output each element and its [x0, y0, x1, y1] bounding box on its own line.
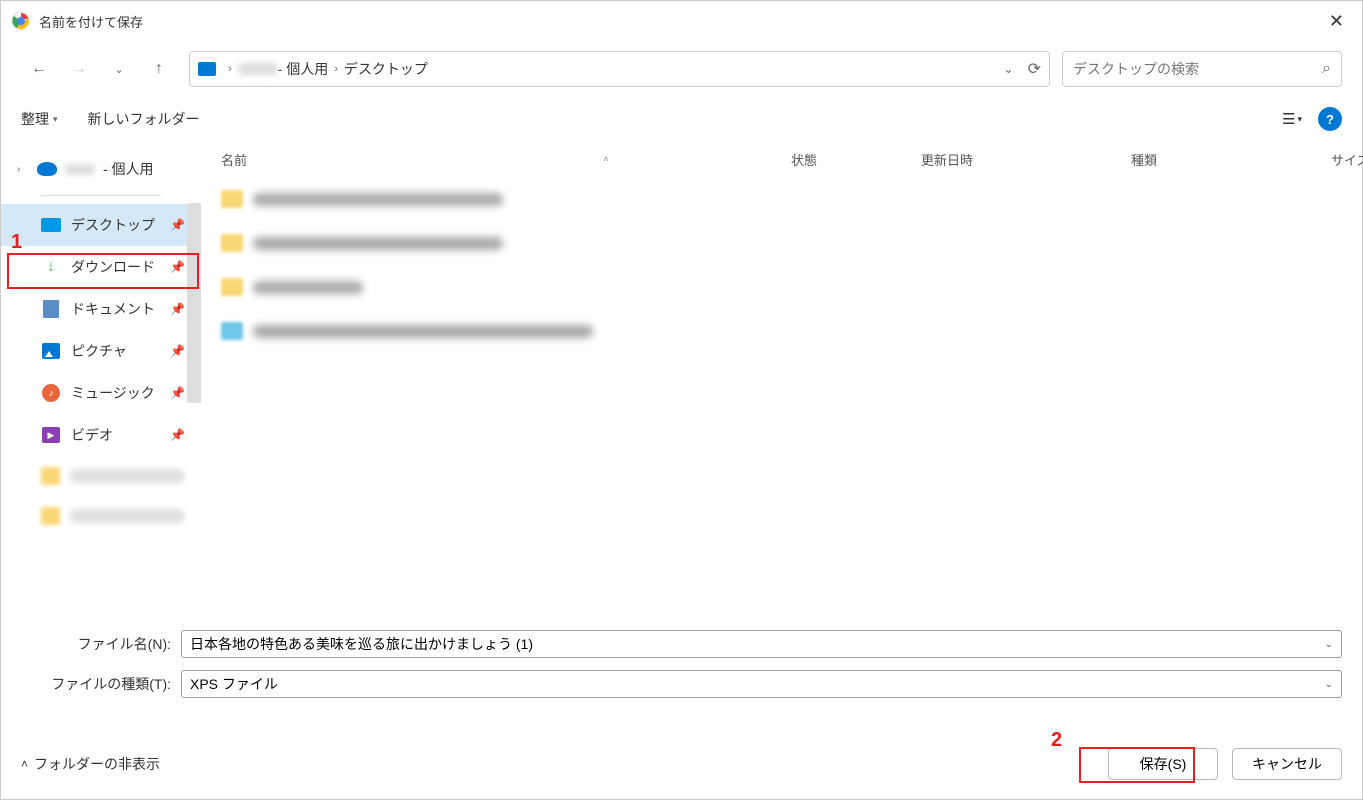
sidebar-divider: [41, 195, 161, 196]
blurred-text: [65, 164, 95, 175]
file-row[interactable]: [201, 309, 1363, 353]
save-button[interactable]: 保存(S): [1108, 748, 1218, 780]
main-area: › - 個人用 デスクトップ 📌 ↓ ダウンロード 📌 ドキュメント 📌 ピクチ…: [1, 141, 1362, 611]
tree-personal[interactable]: › - 個人用: [1, 151, 201, 187]
file-row[interactable]: [201, 221, 1363, 265]
chevron-down-icon: ▾: [53, 114, 58, 125]
navbar: ← → ⌄ ↑ › - 個人用 › デスクトップ ⌄ ⟳ ⌕: [1, 41, 1362, 97]
blurred-filename: [253, 325, 593, 338]
filetype-select[interactable]: XPS ファイル ⌄: [181, 670, 1342, 698]
column-state[interactable]: 状態: [791, 150, 921, 169]
folder-icon: [221, 278, 243, 296]
pin-icon[interactable]: 📌: [170, 260, 185, 274]
onedrive-icon: [37, 161, 57, 177]
sidebar: › - 個人用 デスクトップ 📌 ↓ ダウンロード 📌 ドキュメント 📌 ピクチ…: [1, 141, 201, 611]
organize-label: 整理: [21, 109, 49, 129]
sidebar-label: ビデオ: [71, 425, 113, 445]
sidebar-item-desktop[interactable]: デスクトップ 📌: [1, 204, 201, 246]
sidebar-item-videos[interactable]: ▶ ビデオ 📌: [1, 414, 201, 456]
pin-icon[interactable]: 📌: [170, 428, 185, 442]
cancel-button[interactable]: キャンセル: [1232, 748, 1342, 780]
refresh-icon[interactable]: ⟳: [1028, 59, 1041, 79]
blurred-filename: [253, 193, 503, 206]
pc-icon: [198, 62, 216, 76]
tree-personal-label: - 個人用: [103, 159, 154, 179]
pin-icon[interactable]: 📌: [170, 218, 185, 232]
nav-back-button[interactable]: ←: [21, 51, 57, 87]
filetype-label: ファイルの種類(T):: [21, 674, 181, 694]
document-icon: [41, 300, 61, 318]
picture-icon: [41, 342, 61, 360]
nav-recent-button[interactable]: ⌄: [101, 51, 137, 87]
folder-toggle-button[interactable]: ˄ フォルダーの非表示: [21, 754, 160, 774]
column-headers: 名前 ˄ 状態 更新日時 種類 サイズ: [201, 141, 1363, 177]
chevron-down-icon[interactable]: ⌄: [1325, 679, 1333, 690]
blurred-filename: [253, 237, 503, 250]
sidebar-item-documents[interactable]: ドキュメント 📌: [1, 288, 201, 330]
chevron-right-icon: ›: [334, 63, 338, 75]
address-bar[interactable]: › - 個人用 › デスクトップ ⌄ ⟳: [189, 51, 1050, 87]
sidebar-label: ダウンロード: [71, 257, 155, 277]
chrome-icon: [11, 11, 31, 31]
chevron-right-icon: ›: [228, 63, 232, 75]
column-size[interactable]: サイズ: [1331, 150, 1363, 169]
sidebar-label: ドキュメント: [71, 299, 155, 319]
sidebar-label: ピクチャ: [71, 341, 127, 361]
file-icon: [221, 322, 243, 340]
folder-icon: [221, 234, 243, 252]
chevron-up-icon: ˄: [21, 757, 28, 771]
video-icon: ▶: [41, 426, 61, 444]
nav-forward-button[interactable]: →: [61, 51, 97, 87]
titlebar: 名前を付けて保存 ✕: [1, 1, 1362, 41]
search-box[interactable]: ⌕: [1062, 51, 1342, 87]
address-dropdown-icon[interactable]: ⌄: [1004, 62, 1014, 76]
filename-value: 日本各地の特色ある美味を巡る旅に出かけましょう (1): [190, 634, 533, 654]
view-options-button[interactable]: ☰ ▾: [1282, 110, 1302, 128]
sidebar-label: ミュージック: [71, 383, 155, 403]
sidebar-scrollbar[interactable]: [187, 203, 201, 403]
music-icon: ♪: [41, 384, 61, 402]
sidebar-item-blurred[interactable]: [1, 456, 201, 496]
pin-icon[interactable]: 📌: [170, 302, 185, 316]
window-title: 名前を付けて保存: [39, 12, 143, 31]
pin-icon[interactable]: 📌: [170, 386, 185, 400]
sidebar-label: デスクトップ: [71, 215, 155, 235]
sidebar-item-music[interactable]: ♪ ミュージック 📌: [1, 372, 201, 414]
sidebar-item-downloads[interactable]: ↓ ダウンロード 📌: [1, 246, 201, 288]
footer: ˄ フォルダーの非表示 保存(S) キャンセル: [1, 729, 1362, 799]
download-icon: ↓: [41, 258, 61, 276]
blurred-filename: [253, 281, 363, 294]
filename-input[interactable]: 日本各地の特色ある美味を巡る旅に出かけましょう (1) ⌄: [181, 630, 1342, 658]
column-name[interactable]: 名前: [201, 150, 601, 169]
column-date[interactable]: 更新日時: [921, 150, 1131, 169]
sidebar-item-blurred[interactable]: [1, 496, 201, 536]
breadcrumb-personal[interactable]: - 個人用: [278, 59, 329, 79]
file-row[interactable]: [201, 265, 1363, 309]
search-input[interactable]: [1073, 61, 1322, 77]
organize-button[interactable]: 整理 ▾: [21, 109, 58, 129]
filetype-value: XPS ファイル: [190, 674, 278, 694]
sort-indicator-icon: ˄: [601, 154, 611, 164]
toolbar: 整理 ▾ 新しいフォルダー ☰ ▾ ?: [1, 97, 1362, 141]
breadcrumb-blurred: [238, 63, 278, 75]
sidebar-item-pictures[interactable]: ピクチャ 📌: [1, 330, 201, 372]
new-folder-button[interactable]: 新しいフォルダー: [88, 109, 200, 129]
chevron-down-icon[interactable]: ⌄: [1325, 639, 1333, 650]
chevron-right-icon[interactable]: ›: [17, 164, 29, 175]
nav-up-button[interactable]: ↑: [141, 51, 177, 87]
filename-label: ファイル名(N):: [21, 634, 181, 654]
file-row[interactable]: [201, 177, 1363, 221]
file-list: 名前 ˄ 状態 更新日時 種類 サイズ: [201, 141, 1363, 611]
folder-toggle-label: フォルダーの非表示: [34, 754, 160, 774]
column-type[interactable]: 種類: [1131, 150, 1331, 169]
save-form: ファイル名(N): 日本各地の特色ある美味を巡る旅に出かけましょう (1) ⌄ …: [1, 611, 1362, 717]
breadcrumb-desktop[interactable]: デスクトップ: [344, 59, 428, 79]
help-icon[interactable]: ?: [1318, 107, 1342, 131]
pin-icon[interactable]: 📌: [170, 344, 185, 358]
close-icon[interactable]: ✕: [1321, 11, 1352, 32]
desktop-icon: [41, 216, 61, 234]
search-icon[interactable]: ⌕: [1322, 60, 1331, 78]
folder-icon: [221, 190, 243, 208]
